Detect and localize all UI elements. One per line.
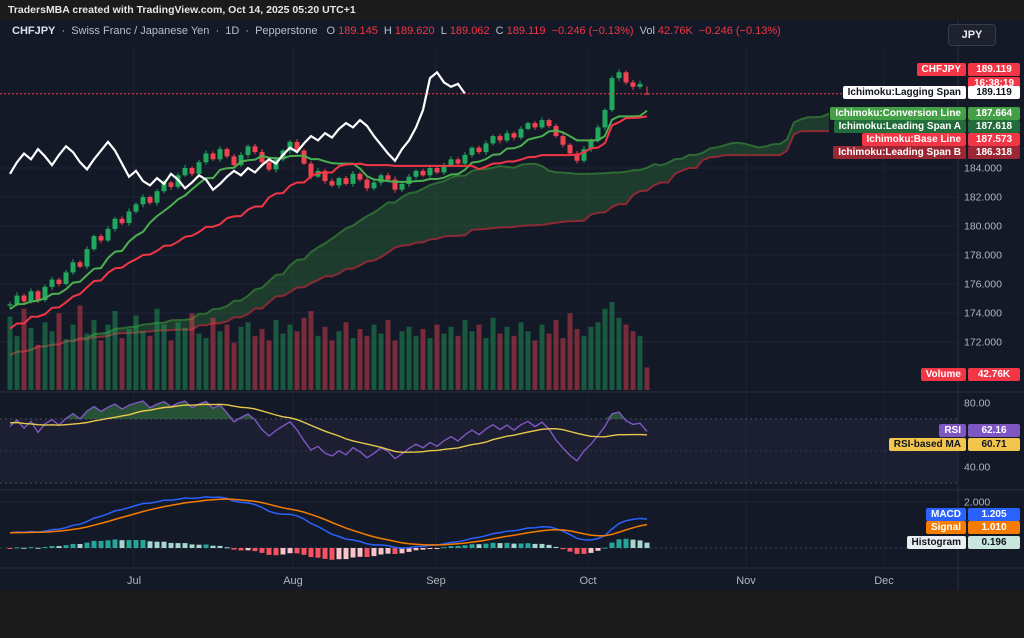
- ichimoku-span-b-badge[interactable]: Ichimoku:Leading Span B 186.318: [833, 146, 1020, 159]
- high-value: 189.620: [395, 25, 435, 37]
- rsi-ma-badge[interactable]: RSI-based MA 60.71: [889, 438, 1020, 451]
- ichimoku-span-a-badge[interactable]: Ichimoku:Leading Span A 187.618: [834, 120, 1020, 133]
- vol-label: Vol: [640, 25, 655, 37]
- symbol-description: Swiss Franc / Japanese Yen: [71, 25, 209, 37]
- symbol-title[interactable]: CHFJPY: [12, 25, 55, 37]
- svg-text:Nov: Nov: [736, 575, 756, 587]
- credit-bar: TradersMBA created with TradingView.com,…: [0, 0, 1024, 20]
- high-label: H: [384, 25, 392, 37]
- price-badge-symbol[interactable]: CHFJPY 189.119: [917, 63, 1020, 76]
- svg-text:Aug: Aug: [283, 575, 303, 587]
- close-label: C: [496, 25, 504, 37]
- change-value: −0.246 (−0.13%): [552, 25, 634, 37]
- open-value: 189.145: [338, 25, 378, 37]
- separator: ·: [215, 25, 219, 37]
- tradingview-app: TradersMBA created with TradingView.com,…: [0, 0, 1024, 638]
- svg-text:182.000: 182.000: [964, 192, 1002, 204]
- svg-text:176.000: 176.000: [964, 279, 1002, 291]
- vol-change-value: −0.246 (−0.13%): [699, 25, 781, 37]
- svg-text:172.000: 172.000: [964, 337, 1002, 349]
- macd-signal-badge[interactable]: Signal 1.010: [926, 521, 1020, 534]
- ichimoku-lagging-span-badge[interactable]: Ichimoku:Lagging Span 189.119: [843, 86, 1020, 99]
- price-chart-canvas[interactable]: 184.000 182.000 180.000 178.000 176.000 174.0…: [0, 20, 1024, 590]
- svg-text:Jul: Jul: [127, 575, 141, 587]
- symbol-info-bar: CHFJPY · Swiss Franc / Japanese Yen · 1D…: [12, 25, 784, 43]
- credit-text: TradersMBA created with TradingView.com,…: [8, 4, 356, 16]
- broker-label: Pepperstone: [255, 25, 317, 37]
- ichimoku-base-line-badge[interactable]: Ichimoku:Base Line 187.573: [862, 133, 1020, 146]
- vol-value: 42.76K: [658, 25, 693, 37]
- currency-button[interactable]: JPY: [948, 24, 996, 46]
- svg-text:184.000: 184.000: [964, 163, 1002, 175]
- separator: ·: [61, 25, 65, 37]
- svg-text:Oct: Oct: [579, 575, 596, 587]
- svg-text:40.00: 40.00: [964, 462, 990, 474]
- footer-bar: TradingView: [0, 590, 1024, 638]
- ichimoku-conversion-badge[interactable]: Ichimoku:Conversion Line 187.664: [830, 107, 1020, 120]
- svg-text:80.00: 80.00: [964, 398, 990, 410]
- interval-label[interactable]: 1D: [225, 25, 239, 37]
- low-value: 189.062: [450, 25, 490, 37]
- svg-text:Dec: Dec: [874, 575, 894, 587]
- separator: ·: [245, 25, 249, 37]
- open-label: O: [327, 25, 336, 37]
- svg-text:178.000: 178.000: [964, 250, 1002, 262]
- macd-histogram-badge[interactable]: Histogram 0.196: [907, 536, 1020, 549]
- macd-badge[interactable]: MACD 1.205: [926, 508, 1020, 521]
- rsi-badge[interactable]: RSI 62.16: [939, 424, 1020, 437]
- svg-text:2.000: 2.000: [964, 497, 990, 509]
- svg-text:Sep: Sep: [426, 575, 446, 587]
- svg-text:174.000: 174.000: [964, 308, 1002, 320]
- low-label: L: [441, 25, 447, 37]
- volume-badge[interactable]: Volume 42.76K: [921, 368, 1020, 381]
- svg-text:180.000: 180.000: [964, 221, 1002, 233]
- close-value: 189.119: [507, 25, 546, 37]
